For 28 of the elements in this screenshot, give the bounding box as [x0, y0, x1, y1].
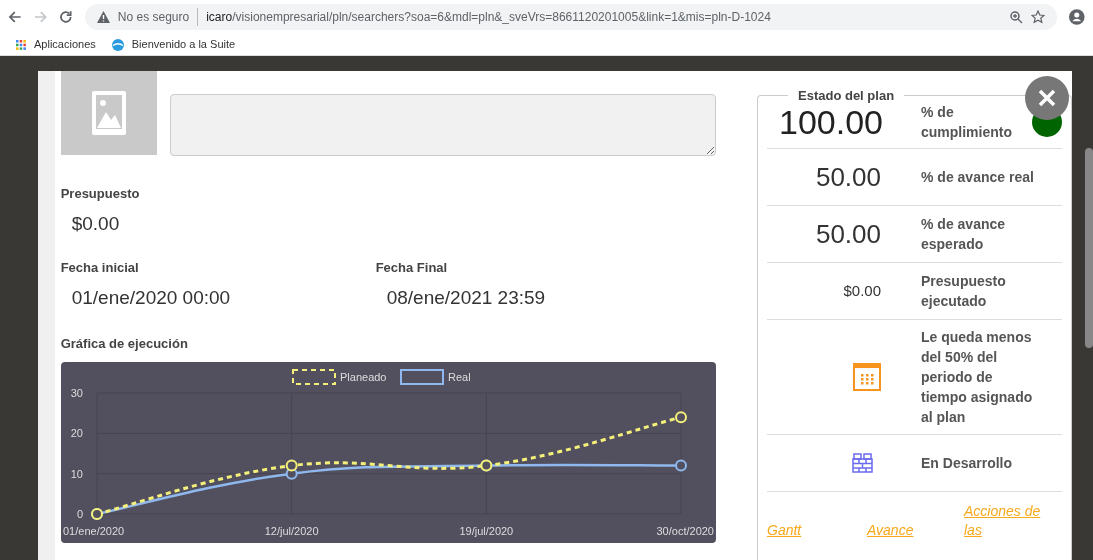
url-text: icaro/visionempresarial/pln/searchers?soa=6&mdl=pln&_sveVrs=8661120201005&link=1&mis=pln-D-1024 [206, 9, 771, 26]
metric-label: % de avance real [921, 168, 1035, 187]
y-tick-label: 0 [76, 507, 83, 520]
metric-label: Le queda menos del 50% del periodo de tiempo asignado al plan [921, 328, 1034, 427]
legend-label: Real [447, 370, 471, 383]
y-tick-label: 20 [70, 426, 83, 439]
metric-label: % de cumplimiento [921, 103, 1013, 142]
x-tick-label: 30/oct/2020 [656, 524, 714, 537]
metric-value: $0.00 [843, 280, 881, 301]
x-tick-label: 01/ene/2020 [62, 524, 124, 537]
field-label: Fecha Final [375, 259, 449, 277]
metric-label: En Desarrollo [921, 454, 1014, 473]
field-label: Fecha inicial [60, 259, 140, 277]
field-value: $0.00 [70, 211, 121, 236]
x-tick-label: 19/jul/2020 [459, 524, 513, 537]
field-label: Presupuesto [60, 185, 141, 203]
chart-title: Gráfica de ejecución [60, 335, 189, 353]
x-tick-label: 12/jul/2020 [264, 524, 319, 537]
field-value: 08/ene/2021 23:59 [385, 285, 547, 310]
metric-label: Presupuesto ejecutado [921, 272, 1007, 311]
y-tick-label: 30 [70, 386, 83, 399]
security-label: No es seguro [117, 8, 199, 26]
metric-value: 50.00 [815, 160, 881, 194]
metric-label: % de avance esperado [921, 215, 1007, 254]
y-tick-label: 10 [70, 467, 83, 480]
field-value: 01/ene/2020 00:00 [70, 285, 232, 310]
legend-label: Planeado [339, 370, 387, 383]
metric-value: 50.00 [815, 217, 881, 251]
